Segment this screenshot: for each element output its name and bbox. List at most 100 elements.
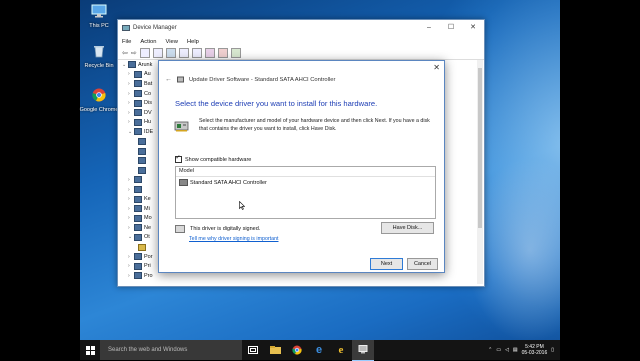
dialog-heading: Select the device driver you want to ins… bbox=[175, 99, 378, 108]
desktop-icon-this-pc[interactable]: This PC bbox=[77, 4, 121, 30]
chrome-taskbar-icon[interactable] bbox=[286, 340, 308, 360]
taskbar-search-box[interactable]: Search the web and Windows bbox=[100, 340, 242, 360]
tree-item[interactable]: › Por bbox=[122, 252, 162, 262]
back-icon[interactable]: ⇦ bbox=[122, 49, 128, 57]
checkbox-label: Show compatible hardware bbox=[185, 156, 252, 163]
device-icon bbox=[134, 205, 142, 213]
device-icon bbox=[138, 138, 146, 146]
device-manager-taskbar-icon[interactable] bbox=[352, 339, 374, 361]
list-icon[interactable] bbox=[178, 48, 189, 58]
desktop-icon-label: This PC bbox=[89, 23, 109, 29]
edge-icon[interactable]: e bbox=[308, 340, 330, 360]
tree-subitem[interactable] bbox=[122, 156, 162, 166]
tree-item[interactable]: › Co bbox=[122, 89, 162, 99]
desktop-icon-chrome[interactable]: Google Chrome bbox=[77, 88, 121, 114]
tree-item[interactable]: ⌄ IDE bbox=[122, 127, 162, 137]
desktop-icon-recycle-bin[interactable]: Recycle Bin bbox=[77, 44, 121, 70]
controller-icon bbox=[179, 179, 188, 186]
device-icon bbox=[134, 176, 142, 184]
driver-signing-link[interactable]: Tell me why driver signing is important bbox=[189, 236, 279, 242]
volume-icon[interactable]: ◁ bbox=[505, 347, 509, 353]
minimize-button[interactable]: – bbox=[418, 20, 440, 36]
ie-icon[interactable]: e bbox=[330, 340, 352, 360]
taskbar: Search the web and Windows e e ⌃ ▭ ◁ ▤ 5… bbox=[80, 339, 560, 361]
tree-item[interactable]: › Bat bbox=[122, 79, 162, 89]
next-button[interactable]: Next bbox=[370, 258, 403, 270]
system-tray: ⌃ ▭ ◁ ▤ 5:42 PM 05-03-2016 ▯ bbox=[488, 344, 560, 356]
tree-subitem[interactable] bbox=[122, 242, 162, 252]
menu-help[interactable]: Help bbox=[187, 39, 199, 45]
uninstall-icon[interactable] bbox=[217, 48, 228, 58]
device-icon bbox=[134, 214, 142, 222]
tree-root[interactable]: ⌄ Arunk bbox=[122, 60, 162, 70]
checkbox[interactable] bbox=[175, 154, 182, 163]
tree-item[interactable]: › bbox=[122, 185, 162, 195]
tree-item[interactable]: › Mo bbox=[122, 214, 162, 224]
device-icon bbox=[134, 90, 142, 98]
tree-item[interactable]: › Dis bbox=[122, 98, 162, 108]
show-compatible-checkbox[interactable]: Show compatible hardware bbox=[175, 154, 252, 163]
notifications-icon[interactable]: ▯ bbox=[551, 347, 554, 353]
model-list[interactable]: Model Standard SATA AHCI Controller bbox=[175, 166, 436, 219]
forward-icon[interactable]: ⇨ bbox=[131, 49, 137, 57]
desktop-icon-label: Google Chrome bbox=[79, 107, 119, 113]
tree-item[interactable]: › DV bbox=[122, 108, 162, 118]
tree-item[interactable]: › Mi bbox=[122, 204, 162, 214]
device-icon bbox=[134, 253, 142, 261]
input-indicator-icon[interactable]: ▤ bbox=[513, 347, 518, 353]
recycle-bin-icon bbox=[94, 46, 104, 58]
back-arrow-icon[interactable]: ← bbox=[165, 76, 172, 83]
tree-subitem[interactable] bbox=[122, 137, 162, 147]
device-icon bbox=[138, 166, 146, 174]
enable-device-icon[interactable] bbox=[230, 48, 241, 58]
show-hidden-icons-icon[interactable]: ⌃ bbox=[488, 347, 492, 353]
cancel-button[interactable]: Cancel bbox=[407, 258, 438, 270]
computer-icon bbox=[91, 4, 107, 18]
tree-view-icon[interactable] bbox=[152, 48, 163, 58]
tree-item[interactable]: › Pro bbox=[122, 271, 162, 281]
start-button[interactable] bbox=[80, 340, 100, 360]
tree-item[interactable]: › bbox=[122, 175, 162, 185]
close-button[interactable]: ✕ bbox=[462, 20, 484, 36]
model-list-item[interactable]: Standard SATA AHCI Controller bbox=[179, 179, 435, 186]
computer-icon bbox=[128, 61, 136, 69]
clock[interactable]: 5:42 PM 05-03-2016 bbox=[522, 344, 548, 356]
dialog-close-icon[interactable]: ✕ bbox=[433, 63, 440, 72]
menu-view[interactable]: View bbox=[165, 39, 177, 45]
tree-item[interactable]: › Hu bbox=[122, 118, 162, 128]
tree-item[interactable]: › Au bbox=[122, 70, 162, 80]
menu-file[interactable]: File bbox=[122, 39, 131, 45]
windows-logo-icon bbox=[85, 345, 95, 355]
vertical-scrollbar[interactable] bbox=[477, 60, 483, 284]
tree-subitem[interactable] bbox=[122, 166, 162, 176]
signed-text: This driver is digitally signed. bbox=[190, 226, 261, 232]
dialog-description: Select the manufacturer and model of you… bbox=[199, 118, 430, 132]
maximize-button[interactable]: ☐ bbox=[440, 20, 462, 36]
tree-item[interactable]: › Ne bbox=[122, 223, 162, 233]
scan-hardware-icon[interactable] bbox=[191, 48, 202, 58]
menu-bar: File Action View Help bbox=[118, 36, 484, 47]
file-explorer-icon[interactable] bbox=[264, 340, 286, 360]
task-view-icon[interactable] bbox=[242, 340, 264, 360]
help-icon[interactable] bbox=[165, 48, 176, 58]
tree-item[interactable]: › Ke bbox=[122, 194, 162, 204]
properties-icon[interactable] bbox=[139, 48, 150, 58]
have-disk-button[interactable]: Have Disk... bbox=[381, 222, 434, 234]
update-driver-icon[interactable] bbox=[204, 48, 215, 58]
menu-action[interactable]: Action bbox=[140, 39, 156, 45]
tree-item[interactable]: › Pri bbox=[122, 261, 162, 271]
chrome-icon bbox=[92, 88, 106, 102]
device-icon bbox=[134, 109, 142, 117]
model-column-header: Model bbox=[176, 167, 435, 177]
device-icon bbox=[134, 224, 142, 232]
scrollbar-thumb[interactable] bbox=[478, 68, 482, 228]
tree-item[interactable]: ⌄ Ot bbox=[122, 233, 162, 243]
update-driver-dialog: ✕ ← Update Driver Software - Standard SA… bbox=[158, 60, 445, 273]
tree-subitem[interactable] bbox=[122, 146, 162, 156]
desktop-icon-label: Recycle Bin bbox=[84, 63, 114, 69]
hardware-card-icon bbox=[174, 121, 189, 132]
network-icon[interactable]: ▭ bbox=[496, 347, 501, 353]
device-icon bbox=[134, 272, 142, 280]
device-tree: ⌄ Arunk › Au › Bat › Co › Dis › DV › Hu ⌄ IDE › … bbox=[122, 60, 162, 282]
mouse-cursor-icon bbox=[239, 201, 245, 210]
